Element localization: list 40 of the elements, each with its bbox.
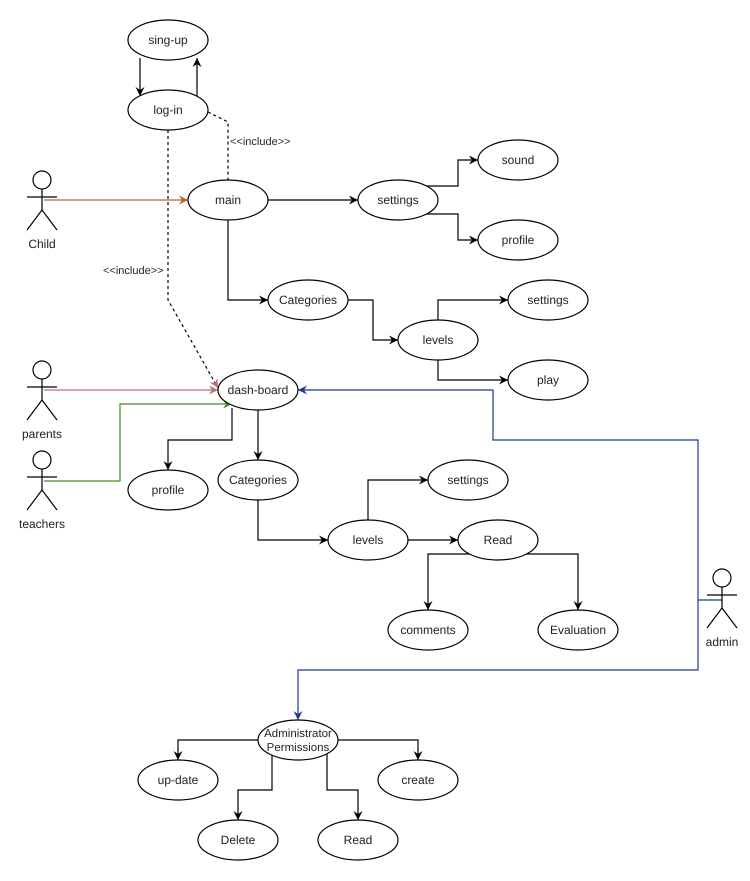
use-case: profile (127, 469, 209, 511)
use-case: settings (427, 459, 509, 501)
use-case: up-date (137, 759, 219, 801)
actor-label: parents (22, 427, 62, 441)
connector-arrow (192, 58, 202, 96)
use-case: play (507, 359, 589, 401)
use-case: create (377, 759, 459, 801)
actor-label: admin (706, 635, 738, 649)
connector-arrow (437, 296, 508, 320)
use-case: log-in (127, 89, 209, 131)
connector-arrow (425, 213, 478, 244)
connector-arrow (348, 299, 398, 344)
use-case: sound (477, 139, 559, 181)
use-case: sing-up (127, 19, 209, 61)
use-case: profile (477, 219, 559, 261)
use-case: comments (387, 609, 469, 651)
use-case: settings (507, 279, 589, 321)
use-case: Categories (217, 459, 299, 501)
actor-figure (26, 170, 58, 231)
use-case: Administrator Permissions (257, 719, 339, 761)
use-case: Evaluation (537, 609, 619, 651)
use-case: levels (327, 519, 409, 561)
connector-arrow (136, 58, 144, 96)
use-case: Read (317, 819, 399, 861)
use-case: settings (357, 179, 439, 221)
use-case: dash-board (217, 369, 299, 411)
use-case: levels (397, 319, 479, 361)
actor-figure (706, 568, 738, 629)
actor-label: teachers (18, 517, 66, 531)
connector-arrow (425, 156, 478, 187)
use-case: Categories (267, 279, 349, 321)
include-label: <<include>> (230, 136, 291, 148)
actor-label: Child (28, 237, 56, 251)
use-case: Read (457, 519, 539, 561)
actor-figure (26, 360, 58, 421)
use-case: main (187, 179, 269, 221)
actor-figure (26, 450, 58, 511)
include-label: <<include>> (103, 265, 164, 277)
connector-arrow (254, 410, 262, 460)
use-case: Delete (197, 819, 279, 861)
